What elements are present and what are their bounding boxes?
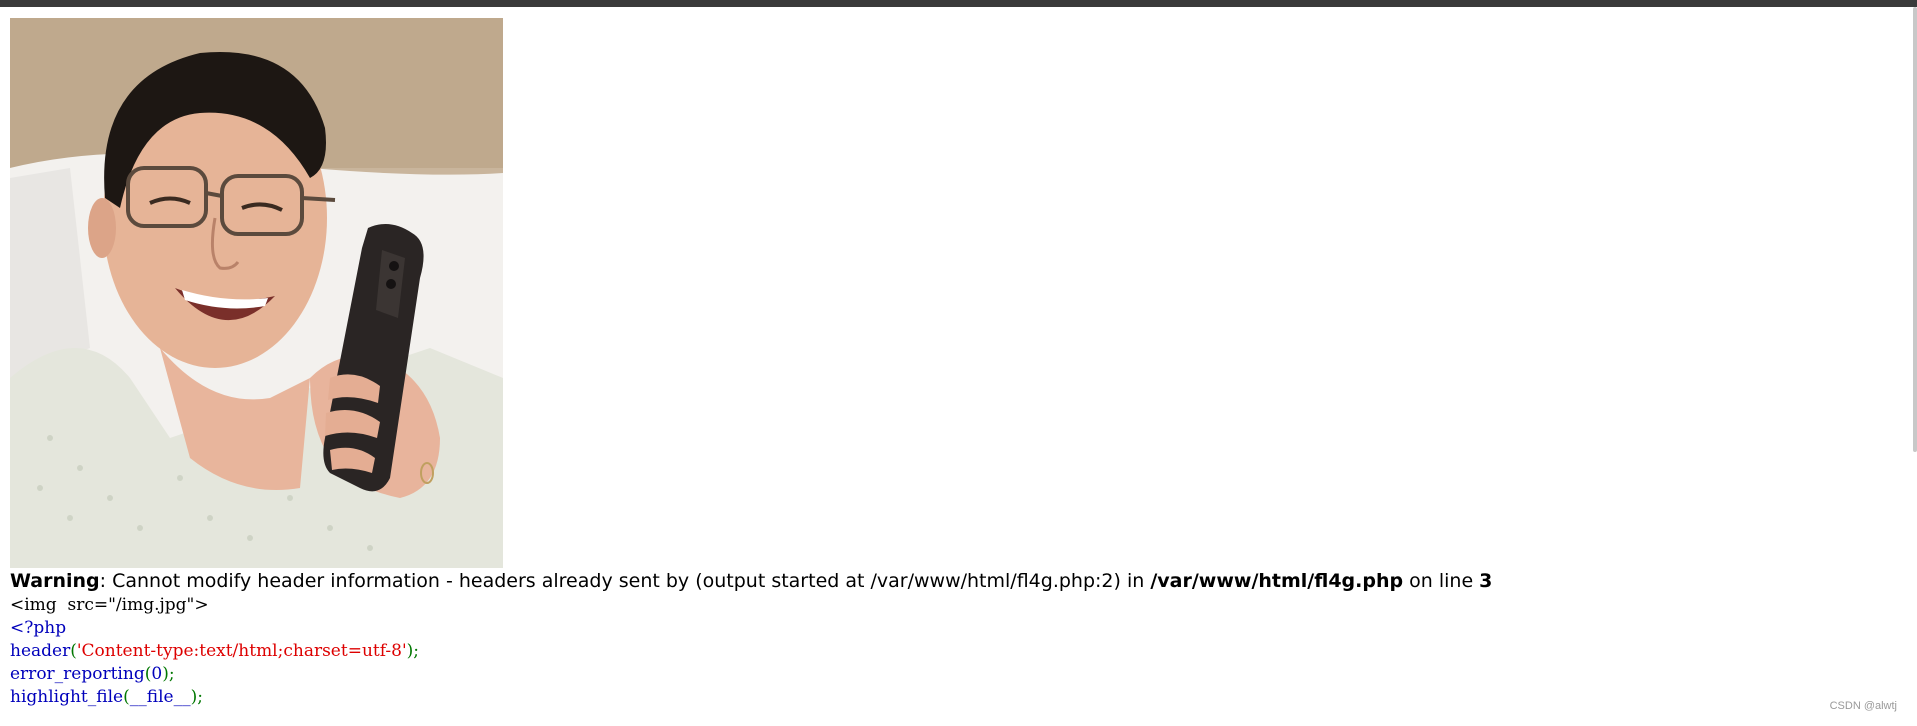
php-source-listing: <img src="/img.jpg"> <?php header('Content… bbox=[10, 594, 1890, 709]
highlight-file-arg: __file__ bbox=[129, 687, 191, 707]
csdn-watermark: CSDN @alwtj bbox=[1829, 700, 1897, 712]
warning-text: : Cannot modify header information - hea… bbox=[99, 570, 1151, 592]
source-line-3: header('Content-type:text/html;charset=u… bbox=[10, 640, 1890, 663]
content-type-string: 'Content-type:text/html;charset=utf-8' bbox=[76, 641, 407, 661]
highlight-file-function: highlight_file bbox=[10, 687, 124, 707]
photo-of-man-with-phone-icon bbox=[10, 18, 503, 568]
vertical-scrollbar[interactable] bbox=[1913, 7, 1917, 452]
error-reporting-function: error_reporting bbox=[10, 664, 145, 684]
source-line-1: <img src="/img.jpg"> bbox=[10, 595, 209, 615]
close-paren: ); bbox=[190, 687, 203, 707]
warning-line-number: 3 bbox=[1479, 570, 1493, 592]
open-paren: ( bbox=[123, 687, 130, 707]
browser-top-bar bbox=[0, 0, 1917, 7]
source-line-5: highlight_file(__file__); bbox=[10, 686, 1890, 709]
header-function: header bbox=[10, 641, 71, 661]
error-reporting-arg: 0 bbox=[151, 664, 163, 684]
warning-label: Warning bbox=[10, 570, 100, 592]
php-warning-message: Warning: Cannot modify header informatio… bbox=[10, 568, 1890, 594]
warning-on-line-text: on line bbox=[1403, 570, 1480, 592]
close-paren: ); bbox=[162, 664, 175, 684]
source-line-2: <?php bbox=[10, 618, 67, 638]
warning-file-path: /var/www/html/fl4g.php bbox=[1150, 570, 1404, 592]
close-paren: ); bbox=[406, 641, 420, 661]
photo-image bbox=[10, 18, 503, 568]
source-line-4: error_reporting(0); bbox=[10, 663, 1890, 686]
page-content: Warning: Cannot modify header informatio… bbox=[10, 18, 1890, 709]
open-paren: ( bbox=[70, 641, 77, 661]
